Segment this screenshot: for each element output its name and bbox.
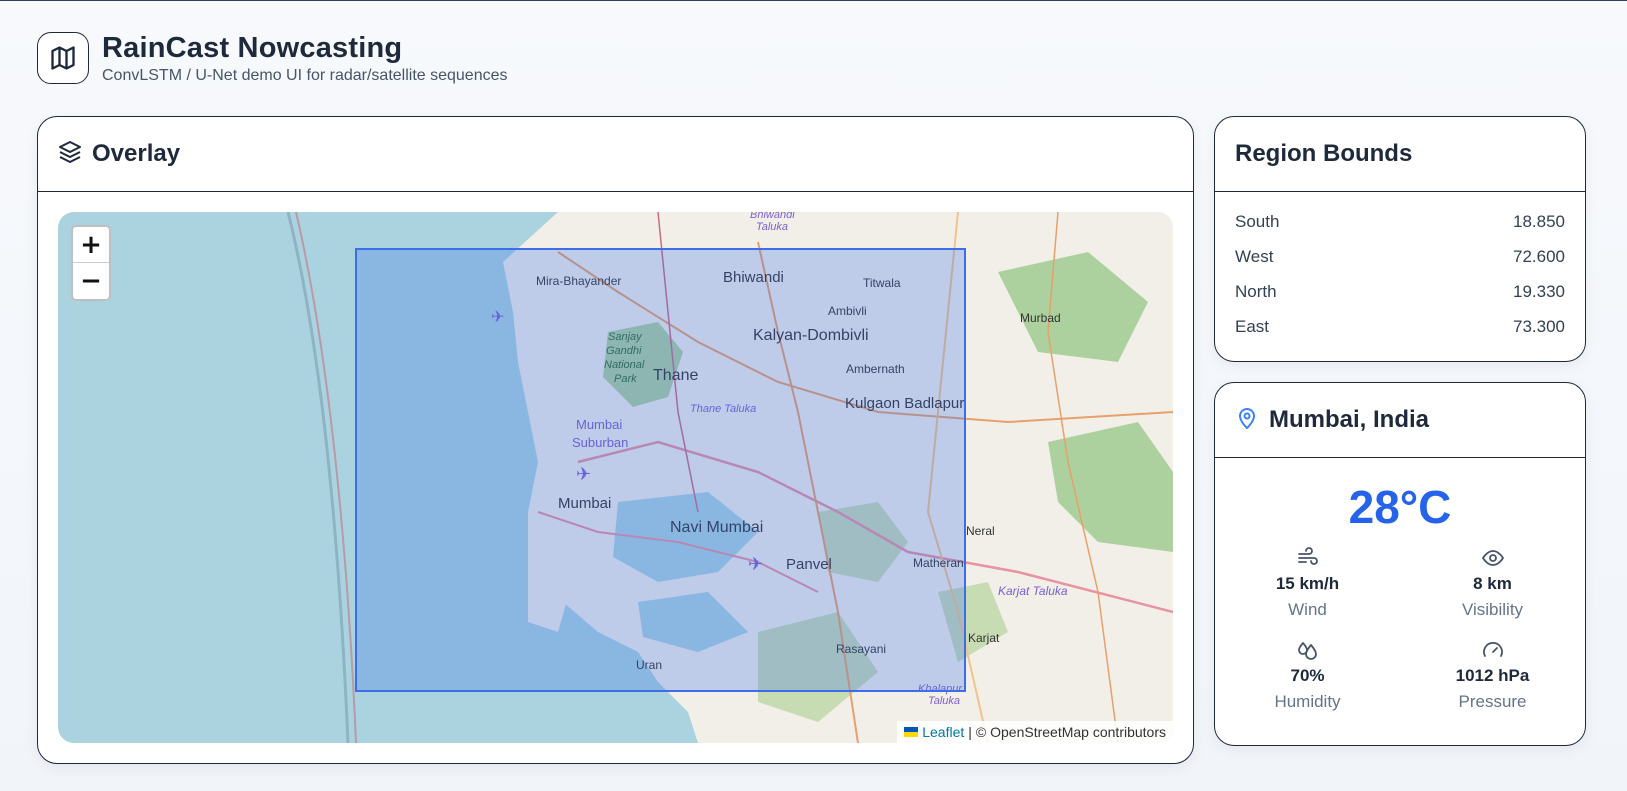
app-title: RainCast Nowcasting xyxy=(102,32,403,64)
metric-pressure: 1012 hPa Pressure xyxy=(1400,636,1585,712)
overlay-card-header: Overlay xyxy=(38,117,1193,192)
weather-header: Mumbai, India xyxy=(1215,383,1585,458)
bounds-value: 73.300 xyxy=(1513,316,1565,336)
bounds-value: 72.600 xyxy=(1513,246,1565,266)
metric-value: 1012 hPa xyxy=(1455,666,1530,685)
droplets-icon xyxy=(1215,636,1400,664)
bounds-value: 18.850 xyxy=(1513,211,1565,231)
region-bounds-header: Region Bounds xyxy=(1215,117,1585,192)
place-label: Taluka xyxy=(756,221,788,233)
place-label: Bhiwandi xyxy=(750,212,795,221)
bounds-row-west: West 72.600 xyxy=(1235,239,1565,274)
region-overlay-rect xyxy=(355,248,966,692)
metric-label: Humidity xyxy=(1274,692,1341,711)
place-label: Neral xyxy=(966,524,995,538)
ukraine-flag-icon xyxy=(904,727,919,737)
bounds-label: West xyxy=(1235,246,1274,266)
metric-label: Wind xyxy=(1288,600,1327,619)
gauge-icon xyxy=(1400,636,1585,664)
map-pin-icon xyxy=(1235,406,1259,435)
bounds-label: East xyxy=(1235,316,1270,336)
region-bounds-card: Region Bounds South 18.850 West 72.600 N… xyxy=(1214,116,1586,362)
app-subtitle: ConvLSTM / U-Net demo UI for radar/satel… xyxy=(102,67,508,84)
zoom-out-button[interactable]: − xyxy=(73,263,109,299)
zoom-in-button[interactable]: + xyxy=(73,227,109,263)
place-label: Taluka xyxy=(928,695,960,707)
location-title: Mumbai, India xyxy=(1269,406,1430,433)
bounds-row-south: South 18.850 xyxy=(1235,204,1565,239)
map-view[interactable]: ✈ ✈ ✈ Bhiwandi Mira-Bhayander Titwala Am… xyxy=(58,212,1173,743)
overlay-title: Overlay xyxy=(92,140,181,167)
map-icon xyxy=(37,32,89,84)
osm-attribution: © OpenStreetMap contributors xyxy=(975,724,1166,740)
weather-metrics: 15 km/h Wind 8 km Visibility 70% Humidit… xyxy=(1215,544,1585,712)
bounds-row-east: East 73.300 xyxy=(1235,309,1565,344)
overlay-card: Overlay ✈ ✈ ✈ Bhiwandi Mira-Bhayander Ti… xyxy=(37,116,1194,764)
weather-card: Mumbai, India 28°C 15 km/h Wind 8 km Vis… xyxy=(1214,382,1586,746)
metric-visibility: 8 km Visibility xyxy=(1400,544,1585,620)
attribution-separator: | xyxy=(968,724,972,740)
metric-value: 8 km xyxy=(1473,574,1512,593)
map-tiles: ✈ ✈ ✈ Bhiwandi Mira-Bhayander Titwala Am… xyxy=(58,212,1173,743)
temperature-value: 28°C xyxy=(1348,481,1452,533)
bounds-row-north: North 19.330 xyxy=(1235,274,1565,309)
region-bounds-title: Region Bounds xyxy=(1235,140,1413,167)
metric-value: 15 km/h xyxy=(1275,574,1340,593)
bounds-label: North xyxy=(1235,281,1277,301)
map-attribution: Leaflet | © OpenStreetMap contributors xyxy=(897,721,1173,743)
wind-icon xyxy=(1215,544,1400,572)
bounds-label: South xyxy=(1235,211,1280,231)
eye-icon xyxy=(1400,544,1585,572)
bounds-value: 19.330 xyxy=(1513,281,1565,301)
app-header: RainCast Nowcasting ConvLSTM / U-Net dem… xyxy=(37,31,508,85)
place-label: Karjat Taluka xyxy=(998,584,1068,598)
bounds-list: South 18.850 West 72.600 North 19.330 Ea… xyxy=(1215,192,1585,344)
place-label: Murbad xyxy=(1020,311,1061,325)
leaflet-link[interactable]: Leaflet xyxy=(922,724,964,740)
zoom-control: + − xyxy=(71,225,111,301)
layers-icon xyxy=(58,140,82,169)
metric-wind: 15 km/h Wind xyxy=(1215,544,1400,620)
metric-label: Pressure xyxy=(1458,692,1527,711)
metric-humidity: 70% Humidity xyxy=(1215,636,1400,712)
place-label: Karjat xyxy=(968,631,1000,645)
metric-value: 70% xyxy=(1290,666,1325,685)
metric-label: Visibility xyxy=(1461,600,1524,619)
